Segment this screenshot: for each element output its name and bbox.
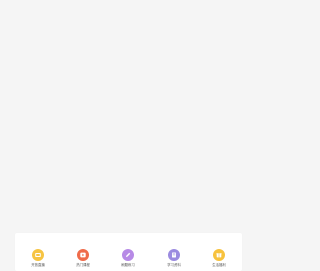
quick-nav-label: 开放直播 [31,263,45,267]
quick-nav-bar: 开放直播 热门课程 刷题练习 学习资料 生活福利 [15,233,242,271]
document-material-icon [168,249,180,261]
quick-nav-label: 生活福利 [212,263,226,267]
content-area [0,0,257,232]
quick-nav-welfare[interactable]: 生活福利 [196,249,242,271]
live-tv-icon [32,249,44,261]
quick-nav-live[interactable]: 开放直播 [15,249,61,271]
quick-nav-label: 热门课程 [76,263,90,267]
play-course-icon [77,249,89,261]
quick-nav-label: 学习资料 [167,263,181,267]
quick-nav-practice[interactable]: 刷题练习 [105,249,151,271]
pencil-practice-icon [122,249,134,261]
quick-nav-label: 刷题练习 [121,263,135,267]
quick-nav-courses[interactable]: 热门课程 [60,249,106,271]
app-screen: 开放直播 热门课程 刷题练习 学习资料 生活福利 [0,0,257,271]
quick-nav-materials[interactable]: 学习资料 [151,249,197,271]
gift-welfare-icon [213,249,225,261]
